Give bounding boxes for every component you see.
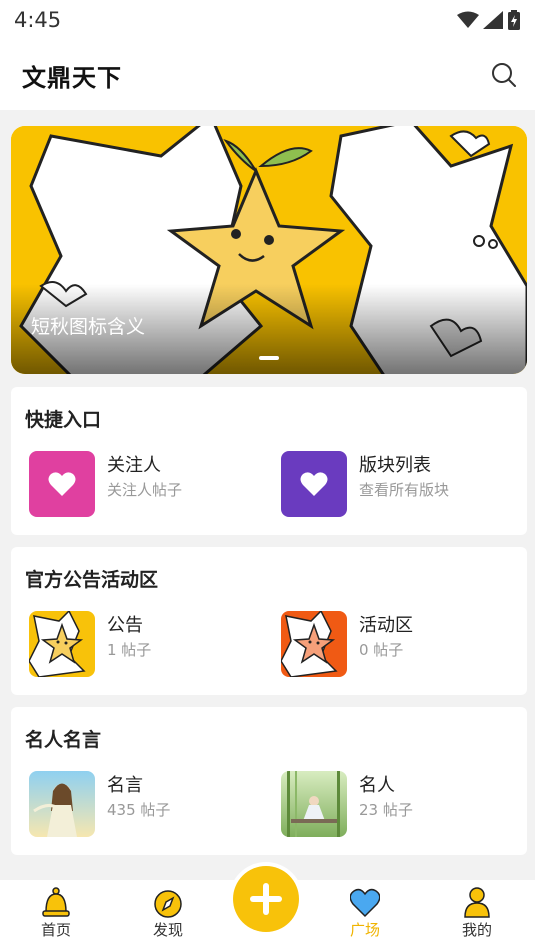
entry-name: 名言 (107, 775, 143, 796)
entry-sub: 435 帖子 (107, 801, 171, 819)
search-icon[interactable] (491, 62, 517, 88)
signal-icon (483, 11, 503, 29)
banner-carousel[interactable]: 短秋图标含义 (11, 126, 527, 374)
entry-quotes[interactable]: 名言 435 帖子 (29, 771, 269, 839)
person-icon (464, 887, 490, 918)
starfruit-thumbnail (281, 611, 347, 677)
tab-square[interactable]: 广场 (325, 880, 405, 951)
entry-name: 活动区 (359, 615, 413, 636)
entry-name: 关注人 (107, 455, 161, 476)
banner-caption: 短秋图标含义 (31, 316, 146, 338)
entry-sub: 23 帖子 (359, 801, 413, 819)
entry-announcement[interactable]: 公告 1 帖子 (29, 611, 269, 679)
entry-sub: 关注人帖子 (107, 481, 183, 499)
battery-icon (508, 10, 520, 30)
bell-icon (42, 887, 70, 917)
quotes-card: 名人名言 名言 435 帖子 名人 23 帖子 (11, 707, 527, 855)
section-title: 快捷入口 (25, 409, 102, 431)
tab-home[interactable]: 首页 (16, 880, 96, 951)
entry-celebrities[interactable]: 名人 23 帖子 (281, 771, 521, 839)
entry-activity[interactable]: 活动区 0 帖子 (281, 611, 521, 679)
entry-sub: 1 帖子 (107, 641, 152, 659)
plus-icon (250, 883, 282, 915)
tab-label: 首页 (40, 921, 71, 939)
entry-name: 公告 (107, 615, 143, 636)
tab-label: 我的 (461, 921, 492, 939)
section-title: 官方公告活动区 (25, 569, 159, 591)
starfruit-thumbnail (29, 611, 95, 677)
wifi-icon (457, 11, 479, 28)
heart-icon (29, 451, 95, 517)
entry-name: 版块列表 (359, 455, 431, 476)
entry-sub: 0 帖子 (359, 641, 404, 659)
announcement-card: 官方公告活动区 公告 1 帖子 活动区 0 帖子 (11, 547, 527, 695)
section-title: 名人名言 (25, 729, 102, 751)
status-time: 4:45 (14, 8, 62, 32)
quick-entry-card: 快捷入口 关注人 关注人帖子 版块列表 查看所有版块 (11, 387, 527, 535)
add-post-button[interactable] (229, 862, 303, 936)
add-button-circle (233, 866, 299, 932)
entry-board-list[interactable]: 版块列表 查看所有版块 (281, 451, 521, 519)
heart-icon (281, 451, 347, 517)
tab-label: 广场 (349, 921, 380, 939)
entry-following[interactable]: 关注人 关注人帖子 (29, 451, 269, 519)
tab-discover[interactable]: 发现 (128, 880, 208, 951)
status-bar: 4:45 (0, 0, 535, 40)
status-icons (457, 10, 521, 30)
tab-label: 发现 (152, 921, 183, 939)
entry-name: 名人 (359, 775, 395, 796)
carousel-indicator (259, 356, 279, 360)
celebrity-thumbnail (281, 771, 347, 837)
page-title: 文鼎天下 (22, 63, 122, 92)
heart-icon (350, 888, 380, 918)
tab-mine[interactable]: 我的 (437, 880, 517, 951)
entry-sub: 查看所有版块 (359, 481, 450, 499)
quote-thumbnail (29, 771, 95, 837)
compass-icon (154, 890, 182, 918)
app-header: 文鼎天下 (0, 40, 535, 110)
